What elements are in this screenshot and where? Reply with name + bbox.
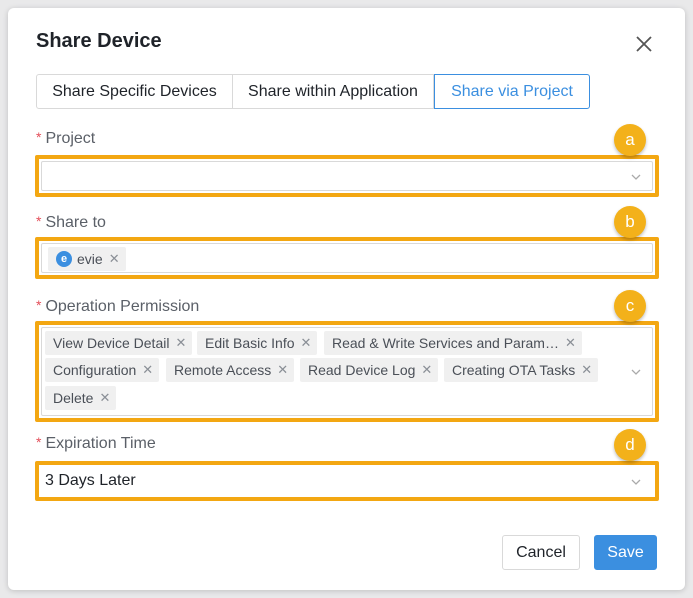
callout-badge-c: c xyxy=(614,290,646,322)
expiration-time-value: 3 Days Later xyxy=(45,472,136,489)
project-select[interactable] xyxy=(41,161,653,191)
permission-tag: Configuration ✕ xyxy=(45,358,160,382)
remove-tag-icon[interactable]: ✕ xyxy=(581,362,592,378)
close-icon[interactable] xyxy=(634,34,654,54)
permission-tag: Edit Basic Info ✕ xyxy=(197,331,318,355)
permission-tag: Read Device Log ✕ xyxy=(300,358,439,382)
callout-badge-a: a xyxy=(614,124,646,156)
expiration-time-select[interactable]: 3 Days Later xyxy=(41,467,653,495)
permission-tag: Remote Access ✕ xyxy=(166,358,295,382)
operation-permission-select[interactable]: View Device Detail ✕ Edit Basic Info ✕ Rea… xyxy=(41,327,653,416)
share-to-select[interactable]: e evie ✕ xyxy=(41,243,653,273)
project-label: * Project xyxy=(36,129,96,147)
permission-tag: Delete ✕ xyxy=(45,386,117,410)
save-button[interactable]: Save xyxy=(594,535,657,570)
dialog-title: Share Device xyxy=(36,30,162,52)
remove-tag-icon[interactable]: ✕ xyxy=(175,335,186,351)
required-mark: * xyxy=(36,297,42,313)
chevron-down-icon xyxy=(631,369,641,375)
callout-badge-b: b xyxy=(614,206,646,238)
permission-tag: Creating OTA Tasks ✕ xyxy=(444,358,599,382)
share-to-label: * Share to xyxy=(36,213,106,231)
tab-share-specific-devices[interactable]: Share Specific Devices xyxy=(36,74,233,109)
user-tag-evie: e evie ✕ xyxy=(48,247,126,271)
tab-share-via-project[interactable]: Share via Project xyxy=(434,74,590,109)
remove-tag-icon[interactable]: ✕ xyxy=(109,251,120,267)
permission-tag: View Device Detail ✕ xyxy=(45,331,193,355)
required-mark: * xyxy=(36,213,42,229)
permission-tag: Read & Write Services and Param… ✕ xyxy=(324,331,582,355)
remove-tag-icon[interactable]: ✕ xyxy=(421,362,432,378)
callout-badge-d: d xyxy=(614,429,646,461)
expiration-time-label: * Expiration Time xyxy=(36,434,156,452)
tab-share-within-application[interactable]: Share within Application xyxy=(233,74,434,109)
operation-permission-label: * Operation Permission xyxy=(36,297,200,315)
chevron-down-icon xyxy=(631,174,641,180)
user-tag-label: evie xyxy=(77,251,103,267)
cancel-button[interactable]: Cancel xyxy=(502,535,580,570)
remove-tag-icon[interactable]: ✕ xyxy=(277,362,288,378)
share-mode-tabs: Share Specific Devices Share within Appl… xyxy=(36,74,590,109)
avatar: e xyxy=(56,251,72,267)
remove-tag-icon[interactable]: ✕ xyxy=(565,335,576,351)
chevron-down-icon xyxy=(631,479,641,485)
remove-tag-icon[interactable]: ✕ xyxy=(301,335,312,351)
share-device-dialog: Share Device Share Specific Devices Shar… xyxy=(8,8,685,590)
remove-tag-icon[interactable]: ✕ xyxy=(142,362,153,378)
required-mark: * xyxy=(36,129,42,145)
required-mark: * xyxy=(36,434,42,450)
remove-tag-icon[interactable]: ✕ xyxy=(99,390,110,406)
